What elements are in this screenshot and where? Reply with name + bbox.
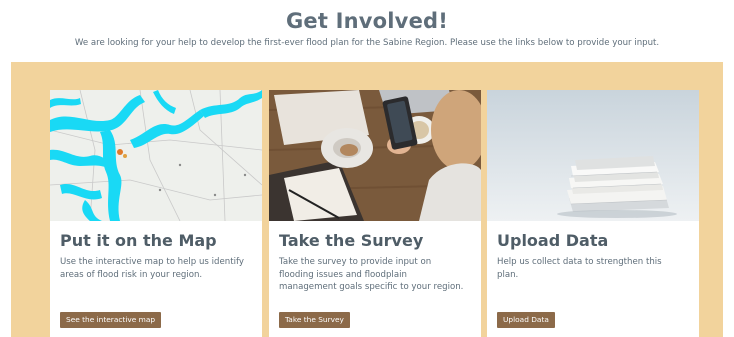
card-map-description: Use the interactive map to help us ident… xyxy=(60,257,244,280)
take-survey-button[interactable]: Take the Survey xyxy=(279,312,350,328)
card-upload-description: Help us collect data to strengthen this … xyxy=(497,257,662,280)
documents-photo[interactable] xyxy=(487,90,699,221)
card-survey-description: Take the survey to provide input on floo… xyxy=(279,257,464,292)
survey-photo[interactable] xyxy=(269,90,481,221)
flood-map-image[interactable] xyxy=(50,90,262,221)
page-header: Get Involved! We are looking for your he… xyxy=(0,0,734,62)
card-map: Put it on the Map Use the interactive ma… xyxy=(50,90,262,337)
card-upload-title: Upload Data xyxy=(497,231,609,250)
page-subtitle: We are looking for your help to develop … xyxy=(74,38,660,48)
interactive-map-button[interactable]: See the interactive map xyxy=(60,312,162,328)
card-survey: Take the Survey Take the survey to provi… xyxy=(269,90,481,337)
card-survey-title: Take the Survey xyxy=(279,231,424,250)
page-title: Get Involved! xyxy=(285,9,449,33)
upload-data-button[interactable]: Upload Data xyxy=(497,312,555,328)
card-upload: Upload Data Help us collect data to stre… xyxy=(487,90,699,337)
card-map-title: Put it on the Map xyxy=(60,231,217,250)
